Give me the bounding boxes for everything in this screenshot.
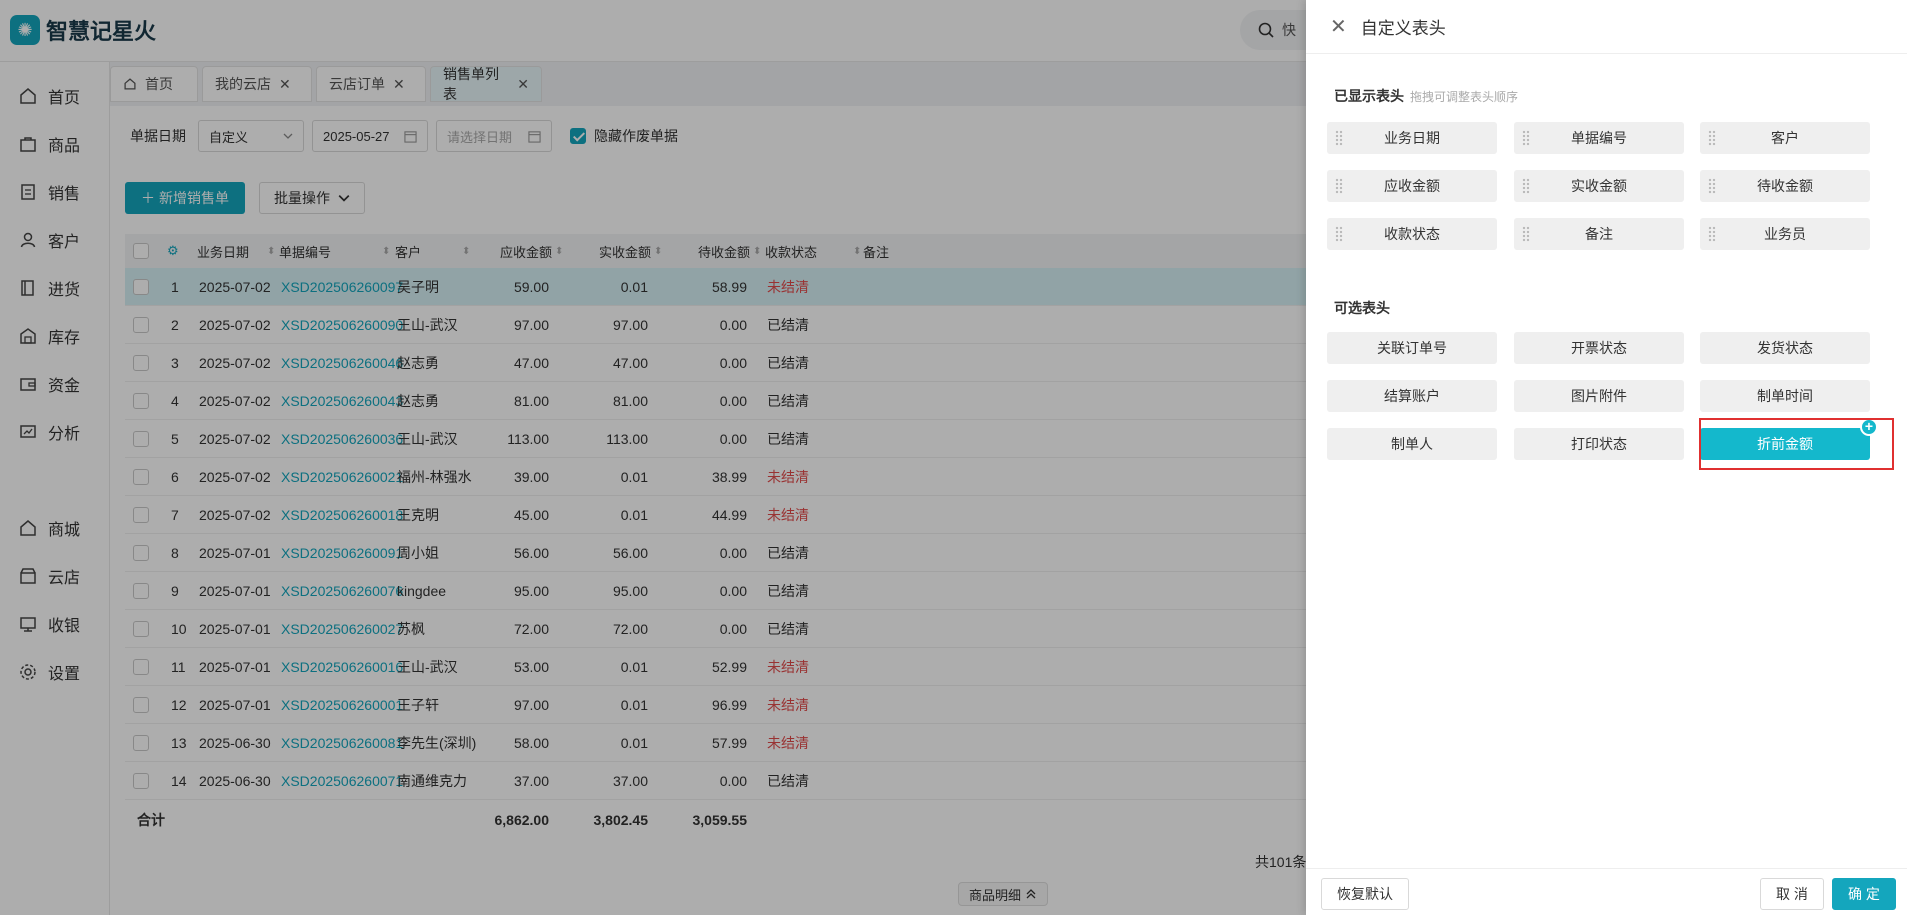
chip-label: 应收金额 [1384,178,1440,194]
chip-label: 结算账户 [1384,388,1440,404]
shown-column-chip[interactable]: 实收金额 [1514,170,1684,202]
optional-column-chip[interactable]: 结算账户 [1327,380,1497,412]
optional-section-title: 可选表头 [1334,300,1390,316]
optional-column-chip[interactable]: 开票状态 [1514,332,1684,364]
highlight-box [1699,418,1894,470]
chip-label: 打印状态 [1571,436,1627,452]
app: ✺ 智慧记星火 快 首页 商品 销售 客户 进货 库存 资金 分析 商城 云店 … [0,0,1907,915]
drawer-title: 自定义表头 [1360,19,1446,38]
cancel-button[interactable]: 取 消 [1760,878,1824,910]
chip-label: 业务日期 [1384,130,1440,146]
shown-column-chip[interactable]: 待收金额 [1700,170,1870,202]
chip-label: 制单时间 [1757,388,1813,404]
optional-column-chip[interactable]: 制单人 [1327,428,1497,460]
shown-section-label: 已显示表头 [1334,88,1404,104]
chip-label: 图片附件 [1571,388,1627,404]
close-icon[interactable]: ✕ [1330,17,1347,37]
drag-handle-icon[interactable] [1522,226,1530,242]
drag-handle-icon[interactable] [1708,130,1716,146]
chip-label: 待收金额 [1757,178,1813,194]
drag-handle-icon[interactable] [1335,130,1343,146]
optional-column-chip[interactable]: 发货状态 [1700,332,1870,364]
optional-column-chip[interactable]: 关联订单号 [1327,332,1497,364]
optional-column-chip[interactable]: 打印状态 [1514,428,1684,460]
drag-hint: 拖拽可调整表头顺序 [1410,90,1519,104]
chip-label: 制单人 [1391,436,1433,452]
drag-handle-icon[interactable] [1708,226,1716,242]
chip-label: 发货状态 [1757,340,1813,356]
chip-label: 客户 [1771,130,1799,146]
drawer-header: ✕ 自定义表头 [1306,0,1907,54]
drag-handle-icon[interactable] [1335,226,1343,242]
chip-label: 备注 [1585,226,1613,242]
drag-handle-icon[interactable] [1522,178,1530,194]
chip-label: 实收金额 [1571,178,1627,194]
shown-column-chip[interactable]: 客户 [1700,122,1870,154]
chip-label: 关联订单号 [1377,340,1447,356]
confirm-button[interactable]: 确 定 [1832,878,1896,910]
reset-default-button[interactable]: 恢复默认 [1321,878,1409,910]
shown-column-chip[interactable]: 备注 [1514,218,1684,250]
drawer-footer: 恢复默认 取 消 确 定 [1306,868,1907,915]
shown-column-chip[interactable]: 单据编号 [1514,122,1684,154]
shown-column-chip[interactable]: 业务员 [1700,218,1870,250]
chip-label: 开票状态 [1571,340,1627,356]
shown-column-chip[interactable]: 业务日期 [1327,122,1497,154]
shown-section-title: 已显示表头 拖拽可调整表头顺序 [1334,86,1518,106]
optional-column-chip[interactable]: 制单时间 [1700,380,1870,412]
chip-label: 单据编号 [1571,130,1627,146]
shown-column-chip[interactable]: 应收金额 [1327,170,1497,202]
drag-handle-icon[interactable] [1522,130,1530,146]
custom-header-drawer: ✕ 自定义表头 已显示表头 拖拽可调整表头顺序 业务日期 单据编号 客户应收金额 实收金… [1306,0,1907,915]
chip-label: 业务员 [1764,226,1806,242]
drag-handle-icon[interactable] [1708,178,1716,194]
chip-label: 收款状态 [1384,226,1440,242]
drag-handle-icon[interactable] [1335,178,1343,194]
shown-column-chip[interactable]: 收款状态 [1327,218,1497,250]
modal-overlay[interactable] [0,0,1306,915]
optional-column-chip[interactable]: 图片附件 [1514,380,1684,412]
